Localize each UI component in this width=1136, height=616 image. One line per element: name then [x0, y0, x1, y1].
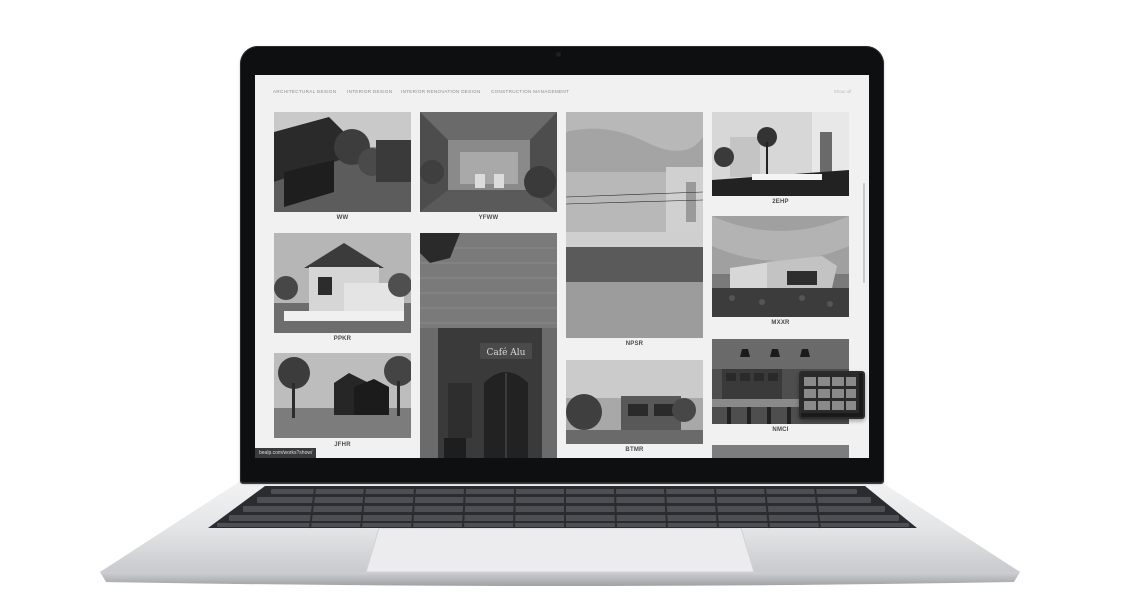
cafe-sign: Café Alu — [487, 347, 526, 358]
project-card-yfww[interactable]: YFWW — [420, 112, 557, 226]
show-all-link[interactable]: Show all — [834, 89, 851, 94]
scrollbar[interactable] — [863, 183, 865, 283]
project-photo — [566, 360, 703, 444]
project-photo — [712, 112, 849, 196]
project-photo: Café Alu — [420, 233, 557, 458]
project-photo — [420, 112, 557, 212]
project-photo — [274, 112, 411, 212]
keyboard — [208, 486, 917, 529]
project-card-2ehp[interactable]: 2EHP — [712, 112, 849, 209]
project-photo — [712, 216, 849, 317]
project-name: PPKR — [333, 336, 352, 342]
project-card-ppkr[interactable]: PPKR — [274, 233, 411, 346]
mini-preview-window[interactable] — [799, 371, 865, 419]
project-name: MXXR — [771, 320, 790, 326]
mini-preview-thumbnail — [801, 373, 859, 413]
project-name: WW — [336, 215, 349, 221]
nav-interior-renovation-design[interactable]: INTERIOR RENOVATION DESIGN — [401, 89, 481, 94]
laptop-lid: ARCHITECTURAL DESIGN INTERIOR DESIGN INT… — [240, 46, 884, 483]
project-photo — [274, 353, 411, 438]
project-name: 2EHP — [772, 199, 789, 205]
screen: ARCHITECTURAL DESIGN INTERIOR DESIGN INT… — [255, 75, 869, 458]
project-photo — [274, 233, 411, 333]
project-photo — [566, 112, 703, 338]
camera-dot-icon — [556, 52, 561, 57]
laptop-mockup: ARCHITECTURAL DESIGN INTERIOR DESIGN INT… — [0, 0, 1136, 616]
nav-construction-management[interactable]: CONSTRUCTION MANAGEMENT — [491, 89, 569, 94]
project-card-btmr[interactable]: BTMR — [566, 360, 703, 458]
project-card-mxxr[interactable]: MXXR — [712, 216, 849, 332]
project-card-ww[interactable]: WW — [274, 112, 411, 226]
category-nav: ARCHITECTURAL DESIGN INTERIOR DESIGN INT… — [273, 89, 851, 101]
project-name: BTMR — [625, 447, 644, 453]
project-card-jfhr[interactable]: JFHR — [274, 353, 411, 453]
project-name: YFWW — [478, 215, 499, 221]
nav-architectural-design[interactable]: ARCHITECTURAL DESIGN — [273, 89, 336, 94]
nav-interior-design[interactable]: INTERIOR DESIGN — [347, 89, 392, 94]
project-card-partial[interactable] — [712, 445, 849, 458]
project-name: NMCI — [772, 427, 789, 433]
project-card-npsr[interactable]: NPSR — [566, 112, 703, 352]
project-name: NPSR — [625, 341, 644, 347]
status-url: bealp.com/works?show/ — [255, 448, 317, 458]
project-card-cafe[interactable]: Café Alu — [420, 233, 557, 458]
